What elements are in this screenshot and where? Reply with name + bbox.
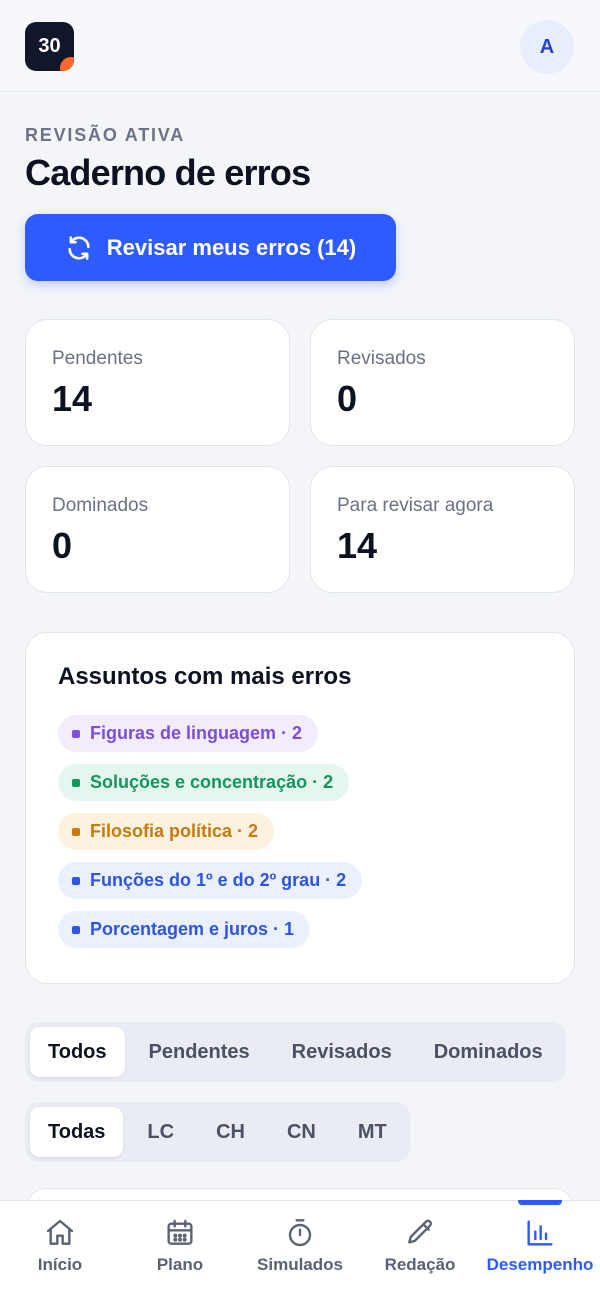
stat-card-mastered: Dominados 0: [25, 466, 290, 593]
area-tab-mt[interactable]: MT: [340, 1107, 405, 1157]
nav-item-simulados[interactable]: Simulados: [240, 1201, 360, 1298]
subject-chip[interactable]: Soluções e concentração · 2: [58, 764, 350, 801]
chip-dot: [72, 729, 80, 738]
chip-dot: [72, 876, 80, 885]
stat-card-pending: Pendentes 14: [25, 319, 290, 446]
stat-label: Para revisar agora: [337, 495, 494, 516]
subject-chip[interactable]: Porcentagem e juros · 1: [58, 911, 311, 948]
top-error-subjects-card: Assuntos com mais erros Figuras de lingu…: [25, 632, 575, 984]
stat-value: 0: [337, 378, 358, 419]
nav-label: Plano: [156, 1255, 204, 1274]
status-tab-pending[interactable]: Pendentes: [131, 1027, 268, 1077]
subject-chip[interactable]: Filosofia política · 2: [58, 813, 275, 850]
chip-dot: [72, 827, 80, 836]
nav-item-inicio[interactable]: Início: [0, 1201, 120, 1298]
nav-label: Redação: [384, 1255, 456, 1274]
bottom-nav: Início Plano Simulados Redação Desempenh…: [0, 1200, 600, 1298]
logo-accent: [60, 57, 74, 71]
chip-label: Figuras de linguagem · 2: [90, 723, 303, 743]
stat-card-review-now: Para revisar agora 14: [310, 466, 575, 593]
home-icon: [46, 1219, 74, 1245]
avatar-initial: A: [539, 35, 555, 58]
chip-label: Funções do 1º e do 2º grau · 2: [90, 870, 347, 890]
nav-label: Simulados: [257, 1255, 343, 1274]
status-tab-mastered[interactable]: Dominados: [416, 1027, 561, 1077]
nav-item-desempenho[interactable]: Desempenho: [480, 1200, 600, 1298]
status-tab-all[interactable]: Todos: [30, 1027, 125, 1077]
pencil-icon: [408, 1219, 433, 1244]
status-tab-reviewed[interactable]: Revisados: [274, 1027, 410, 1077]
stat-value: 14: [337, 525, 378, 566]
chip-label: Filosofia política · 2: [90, 821, 259, 841]
nav-label: Início: [37, 1255, 83, 1274]
stat-label: Revisados: [337, 348, 426, 369]
nav-item-plano[interactable]: Plano: [120, 1201, 240, 1298]
stat-card-reviewed: Revisados 0: [310, 319, 575, 446]
area-tab-ch[interactable]: CH: [198, 1107, 263, 1157]
area-tab-cn[interactable]: CN: [269, 1107, 334, 1157]
stat-label: Dominados: [52, 495, 149, 516]
area-tab-lc[interactable]: LC: [129, 1107, 192, 1157]
subjects-title: Assuntos com mais erros: [58, 663, 352, 690]
subject-chip[interactable]: Figuras de linguagem · 2: [58, 715, 319, 752]
area-filter: Todas LC CH CN MT: [25, 1102, 410, 1162]
stat-value: 14: [52, 378, 93, 419]
review-errors-button[interactable]: Revisar meus erros (14): [25, 214, 396, 281]
chip-label: Porcentagem e juros · 1: [90, 919, 295, 939]
active-tab-indicator: [518, 1200, 562, 1205]
subject-chip[interactable]: Funções do 1º e do 2º grau · 2: [58, 862, 363, 899]
refresh-icon: [68, 235, 90, 260]
chip-label: Soluções e concentração · 2: [90, 772, 334, 792]
calendar-icon: [167, 1219, 193, 1245]
page-eyebrow: REVISÃO ATIVA: [25, 125, 186, 145]
stopwatch-icon: [288, 1219, 312, 1247]
status-filter: Todos Pendentes Revisados Dominados: [25, 1022, 566, 1082]
nav-label: Desempenho: [486, 1255, 594, 1274]
logo-text: 30: [38, 35, 61, 57]
area-tab-all[interactable]: Todas: [30, 1107, 124, 1157]
review-errors-label: Revisar meus erros (14): [106, 234, 357, 260]
chip-dot: [72, 778, 80, 787]
bar-chart-icon: [527, 1220, 553, 1246]
stat-value: 0: [52, 525, 73, 566]
stat-label: Pendentes: [52, 348, 143, 369]
top-bar: 30 A: [0, 0, 600, 92]
avatar[interactable]: A: [520, 20, 574, 74]
page-title: Caderno de erros: [25, 152, 311, 193]
app-logo[interactable]: 30: [25, 22, 74, 71]
nav-item-redacao[interactable]: Redação: [360, 1201, 480, 1298]
chip-dot: [72, 925, 80, 934]
